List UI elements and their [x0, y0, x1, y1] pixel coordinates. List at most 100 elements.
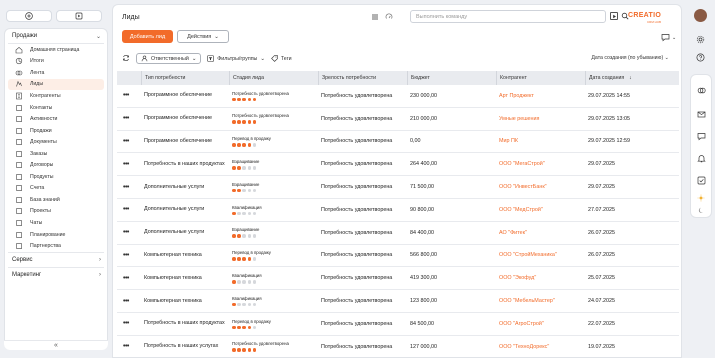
stage-dot — [237, 188, 241, 193]
account-link[interactable]: Умные решения — [496, 116, 585, 122]
sidebar-item[interactable]: Домашняя страница — [5, 44, 107, 56]
stage-progress — [232, 143, 318, 147]
table-row[interactable]: ••• Программное обеспечение Потребность уд… — [117, 85, 679, 108]
list-view-icon[interactable] — [371, 13, 379, 23]
header-cell-account[interactable]: Контрагент — [496, 71, 585, 85]
header-cell-budget[interactable]: Бюджет — [407, 71, 496, 85]
sort-label: Дата создания (по убыванию) — [591, 55, 664, 61]
table-row[interactable]: ••• Дополнительные услуги Взращивание Потре… — [117, 222, 679, 245]
row-menu-button[interactable]: ••• — [117, 229, 141, 236]
refresh-icon[interactable] — [122, 54, 130, 64]
sidebar-item[interactable]: Счета — [5, 183, 107, 195]
table-row[interactable]: ••• Потребность в наших услугах Потребност… — [117, 336, 679, 357]
account-link[interactable]: ООО "МедСтрой" — [496, 207, 585, 213]
activity-icon — [15, 115, 23, 123]
account-link[interactable]: ООО "ИнвестБанк" — [496, 184, 585, 190]
collapse-sidebar-button[interactable]: « — [4, 340, 108, 350]
play-button[interactable] — [56, 10, 102, 22]
tags-button[interactable]: Теги — [271, 55, 292, 62]
section-marketing[interactable]: Маркетинг › — [5, 268, 107, 282]
add-lead-button[interactable]: Добавить лид — [122, 30, 173, 43]
row-menu-button[interactable]: ••• — [117, 343, 141, 350]
sidebar-item[interactable]: Лента — [5, 67, 107, 79]
sidebar-item[interactable]: Итоги — [5, 56, 107, 68]
tasks-icon[interactable] — [696, 175, 706, 185]
sidebar-item-label: Лента — [30, 69, 45, 76]
row-menu-button[interactable]: ••• — [117, 161, 141, 168]
sidebar-item[interactable]: Контрагенты — [5, 90, 107, 102]
account-link[interactable]: ООО "Экофуд" — [496, 275, 585, 281]
account-link[interactable]: ООО "АгроСтрой" — [496, 321, 585, 327]
table-row[interactable]: ••• Программное обеспечение Перевод в прод… — [117, 131, 679, 154]
filters-groups-button[interactable]: Фильтры/группы ⌄ — [207, 55, 265, 62]
row-menu-button[interactable]: ••• — [117, 252, 141, 259]
sidebar-item[interactable]: Контакты — [5, 102, 107, 114]
section-service[interactable]: Сервис › — [5, 253, 107, 267]
account-link[interactable]: ООО "СтройМеханика" — [496, 252, 585, 258]
chat-icon[interactable] — [696, 131, 706, 141]
sidebar-item[interactable]: Активности — [5, 113, 107, 125]
add-button[interactable] — [6, 10, 52, 22]
sort-dropdown[interactable]: Дата создания (по убыванию) ⌄ — [591, 55, 669, 61]
actions-button[interactable]: Действия ⌄ — [177, 30, 229, 43]
table-row[interactable]: ••• Потребность в наших продуктах Взращива… — [117, 153, 679, 177]
table-row[interactable]: ••• Компьютерная техника Квалификация Потре… — [117, 267, 679, 291]
sidebar-item[interactable]: Заказы — [5, 148, 107, 160]
sidebar-item[interactable]: Продукты — [5, 171, 107, 183]
table-row[interactable]: ••• Компьютерная техника Квалификация Потре… — [117, 290, 679, 313]
header-cell-stage[interactable]: Стадия лида — [229, 71, 318, 85]
stage-dot — [247, 165, 252, 170]
dashboard-view-icon[interactable] — [385, 13, 393, 23]
maturity-cell: Потребность удовлетворена — [321, 184, 393, 191]
stage-cell: Перевод в продажу — [229, 319, 318, 330]
stage-dot — [242, 234, 246, 238]
account-link[interactable]: Арт Проджект — [496, 93, 585, 99]
help-icon[interactable] — [695, 52, 705, 62]
row-menu-button[interactable]: ••• — [117, 92, 141, 99]
table-row[interactable]: ••• Программное обеспечение Потребность уд… — [117, 108, 679, 131]
header-cell-maturity[interactable]: Зрелость потребности — [318, 71, 407, 85]
avatar[interactable] — [694, 9, 707, 22]
row-menu-button[interactable]: ••• — [117, 138, 141, 145]
row-menu-button[interactable]: ••• — [117, 115, 141, 122]
need-cell: Компьютерная техника — [144, 251, 202, 258]
row-menu-button[interactable]: ••• — [117, 206, 141, 213]
header-cell-date[interactable]: Дата создания ↓ — [585, 71, 679, 85]
row-menu-button[interactable]: ••• — [117, 275, 141, 282]
account-link[interactable]: ООО "МегаСтрой" — [496, 161, 585, 167]
sidebar-item[interactable]: Договоры — [5, 159, 107, 171]
table-row[interactable]: ••• Потребность в наших продуктах Перевод … — [117, 313, 679, 336]
notifications-icon[interactable] — [696, 153, 706, 163]
sidebar-item[interactable]: Партнерства — [5, 240, 107, 252]
sidebar-item[interactable]: Чаты — [5, 217, 107, 229]
sidebar-item[interactable]: Лиды — [8, 78, 104, 91]
stage-dot — [247, 188, 252, 193]
command-input[interactable]: Выполнить команду — [410, 10, 606, 23]
moon-icon[interactable] — [696, 205, 706, 215]
account-link[interactable]: АО "Фитек" — [496, 230, 585, 236]
responsible-filter[interactable]: Ответственный ⌄ — [136, 53, 202, 64]
gear-icon[interactable] — [695, 34, 705, 44]
header-cell-need[interactable]: Тип потребности — [141, 71, 229, 85]
row-menu-button[interactable]: ••• — [117, 184, 141, 191]
chat-button[interactable]: ⌄ — [661, 33, 676, 42]
row-menu-button[interactable]: ••• — [117, 320, 141, 327]
account-link[interactable]: ООО "ТехноДорекс" — [496, 344, 585, 350]
section-sales[interactable]: Продажи ⌄ — [5, 29, 107, 43]
sidebar-item[interactable]: Продажи — [5, 125, 107, 137]
table-row[interactable]: ••• Компьютерная техника Перевод в продажу… — [117, 245, 679, 268]
sun-icon[interactable] — [696, 193, 706, 203]
table-row[interactable]: ••• Дополнительные услуги Взращивание Потре… — [117, 176, 679, 199]
sidebar-item[interactable]: Планирование — [5, 229, 107, 241]
feed-icon[interactable] — [696, 85, 706, 95]
account-link[interactable]: Мир ПК — [496, 138, 585, 144]
run-command-button[interactable] — [610, 12, 618, 20]
table-row[interactable]: ••• Дополнительные услуги Квалификация Потр… — [117, 199, 679, 222]
chevron-down-icon: ⌄ — [672, 34, 677, 41]
account-link[interactable]: ООО "МебельМастер" — [496, 298, 585, 304]
sidebar-item[interactable]: База знаний — [5, 194, 107, 206]
sidebar-item[interactable]: Документы — [5, 136, 107, 148]
sidebar-item[interactable]: Проекты — [5, 206, 107, 218]
row-menu-button[interactable]: ••• — [117, 298, 141, 305]
email-icon[interactable] — [696, 109, 706, 119]
